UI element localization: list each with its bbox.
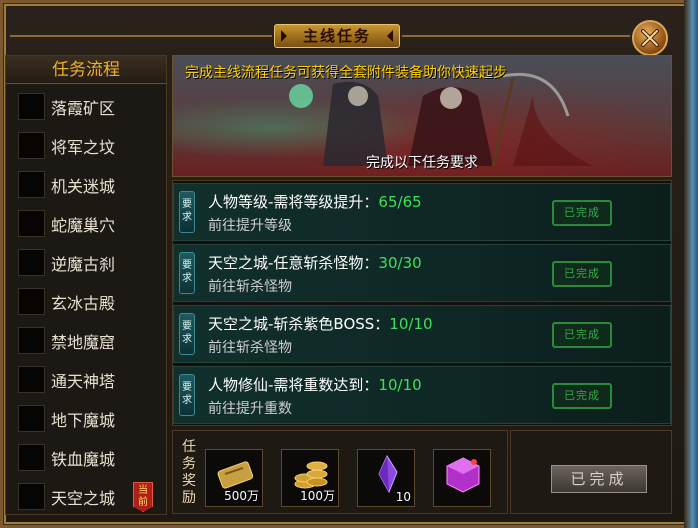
reward-panel: 任务奖励 500万 100万 10 (172, 430, 508, 514)
stage-panel-header: 任务流程 (6, 56, 166, 84)
stage-item[interactable]: 地下魔城 (6, 399, 166, 438)
requirement-badge: 要求 (179, 252, 195, 294)
completed-button[interactable]: 已完成 (551, 465, 647, 493)
stage-item[interactable]: 落霞矿区 (6, 87, 166, 126)
close-button[interactable] (632, 20, 668, 56)
quest-banner: 完成主线流程任务可获得全套附件装备助你快速起步 完成以下任务要求 (172, 55, 672, 177)
stage-label: 将军之坟 (51, 137, 116, 157)
stage-item[interactable]: 通天神塔 (6, 360, 166, 399)
reward-quantity: 100万 (300, 489, 335, 503)
stage-icon-slot (18, 327, 45, 354)
reward-slot[interactable] (433, 449, 491, 507)
stage-icon-slot (18, 249, 45, 276)
task-goto-link[interactable]: 前往提升等级 (208, 215, 292, 235)
stage-label: 落霞矿区 (51, 98, 116, 118)
requirement-badge: 要求 (179, 374, 195, 416)
task-goto-link[interactable]: 前往提升重数 (208, 398, 292, 418)
reward-slot[interactable]: 500万 (205, 449, 263, 507)
stage-icon-slot (18, 171, 45, 198)
stage-label: 玄冰古殿 (51, 293, 116, 313)
stage-item[interactable]: 禁地魔窟 (6, 321, 166, 360)
stage-label: 通天神塔 (51, 371, 116, 391)
stage-item[interactable]: 玄冰古殿 (6, 282, 166, 321)
stage-icon-slot (18, 483, 45, 510)
stage-item[interactable]: 蛇魔巢穴 (6, 204, 166, 243)
reward-slot[interactable]: 100万 (281, 449, 339, 507)
title-divider-right (402, 35, 630, 37)
task-goto-link[interactable]: 前往斩杀怪物 (208, 337, 292, 357)
stage-label: 机关迷城 (51, 176, 116, 196)
purple-gem-box-icon (446, 457, 480, 493)
close-icon (641, 29, 659, 47)
completed-stamp: 已完成 (552, 322, 612, 348)
completed-stamp: 已完成 (552, 261, 612, 287)
task-title-text: 天空之城-任意斩杀怪物： (208, 254, 379, 272)
banner-headline: 完成主线流程任务可获得全套附件装备助你快速起步 (185, 65, 507, 81)
task-row: 要求 人物修仙-需将重数达到：10/10 前往提升重数 已完成 (173, 366, 671, 424)
task-row: 要求 天空之城-斩杀紫色BOSS：10/10 前往斩杀怪物 已完成 (173, 305, 671, 363)
task-progress: 30/30 (378, 254, 422, 272)
task-goto-link[interactable]: 前往斩杀怪物 (208, 276, 292, 296)
background-edge (684, 0, 698, 528)
completion-panel: 已完成 (510, 430, 672, 514)
stage-label: 禁地魔窟 (51, 332, 116, 352)
task-row: 要求 人物等级-需将等级提升：65/65 前往提升等级 已完成 (173, 183, 671, 241)
completed-stamp: 已完成 (552, 200, 612, 226)
stage-label: 逆魔古刹 (51, 254, 116, 274)
stage-icon-slot (18, 288, 45, 315)
stage-icon-slot (18, 132, 45, 159)
stage-label: 蛇魔巢穴 (51, 215, 116, 235)
task-title: 人物等级-需将等级提升：65/65 (208, 191, 422, 212)
stage-panel: 任务流程 落霞矿区 将军之坟 机关迷城 蛇魔巢穴 逆魔古刹 玄冰古殿 禁地魔窟 … (5, 55, 167, 515)
task-progress: 10/10 (378, 376, 422, 394)
stage-icon-slot (18, 93, 45, 120)
stage-item-current[interactable]: 天空之城 当前 (6, 477, 166, 516)
stage-item[interactable]: 机关迷城 (6, 165, 166, 204)
requirement-badge: 要求 (179, 313, 195, 355)
stage-icon-slot (18, 444, 45, 471)
stage-icon-slot (18, 210, 45, 237)
task-row: 要求 天空之城-任意斩杀怪物：30/30 前往斩杀怪物 已完成 (173, 244, 671, 302)
reward-label: 任务奖励 (182, 439, 196, 506)
reward-quantity: 10 (395, 490, 411, 504)
stage-item[interactable]: 铁血魔城 (6, 438, 166, 477)
requirement-badge: 要求 (179, 191, 195, 233)
reward-slot[interactable]: 10 (357, 449, 415, 507)
stage-label: 天空之城 (51, 488, 116, 508)
title-divider-left (10, 35, 272, 37)
stage-label: 铁血魔城 (51, 449, 116, 469)
stage-item[interactable]: 逆魔古刹 (6, 243, 166, 282)
purple-crystal-icon (378, 454, 398, 494)
stage-item[interactable]: 将军之坟 (6, 126, 166, 165)
window-title: 主线任务 (274, 24, 400, 48)
task-title-text: 人物等级-需将等级提升： (208, 193, 379, 211)
banner-subtitle: 完成以下任务要求 (366, 155, 478, 171)
task-title-text: 人物修仙-需将重数达到： (208, 376, 379, 394)
stage-list: 落霞矿区 将军之坟 机关迷城 蛇魔巢穴 逆魔古刹 玄冰古殿 禁地魔窟 通天神塔 … (6, 87, 166, 516)
task-list: 要求 人物等级-需将等级提升：65/65 前往提升等级 已完成 要求 天空之城-… (172, 180, 672, 426)
stage-icon-slot (18, 366, 45, 393)
task-progress: 10/10 (389, 315, 433, 333)
reward-quantity: 500万 (224, 489, 259, 503)
task-progress: 65/65 (378, 193, 422, 211)
current-stage-badge: 当前 (133, 482, 153, 512)
task-title-text: 天空之城-斩杀紫色BOSS： (208, 315, 390, 333)
stage-label: 地下魔城 (51, 410, 116, 430)
task-title: 天空之城-斩杀紫色BOSS：10/10 (208, 313, 433, 334)
completed-stamp: 已完成 (552, 383, 612, 409)
stage-icon-slot (18, 405, 45, 432)
task-title: 人物修仙-需将重数达到：10/10 (208, 374, 422, 395)
task-title: 天空之城-任意斩杀怪物：30/30 (208, 252, 422, 273)
